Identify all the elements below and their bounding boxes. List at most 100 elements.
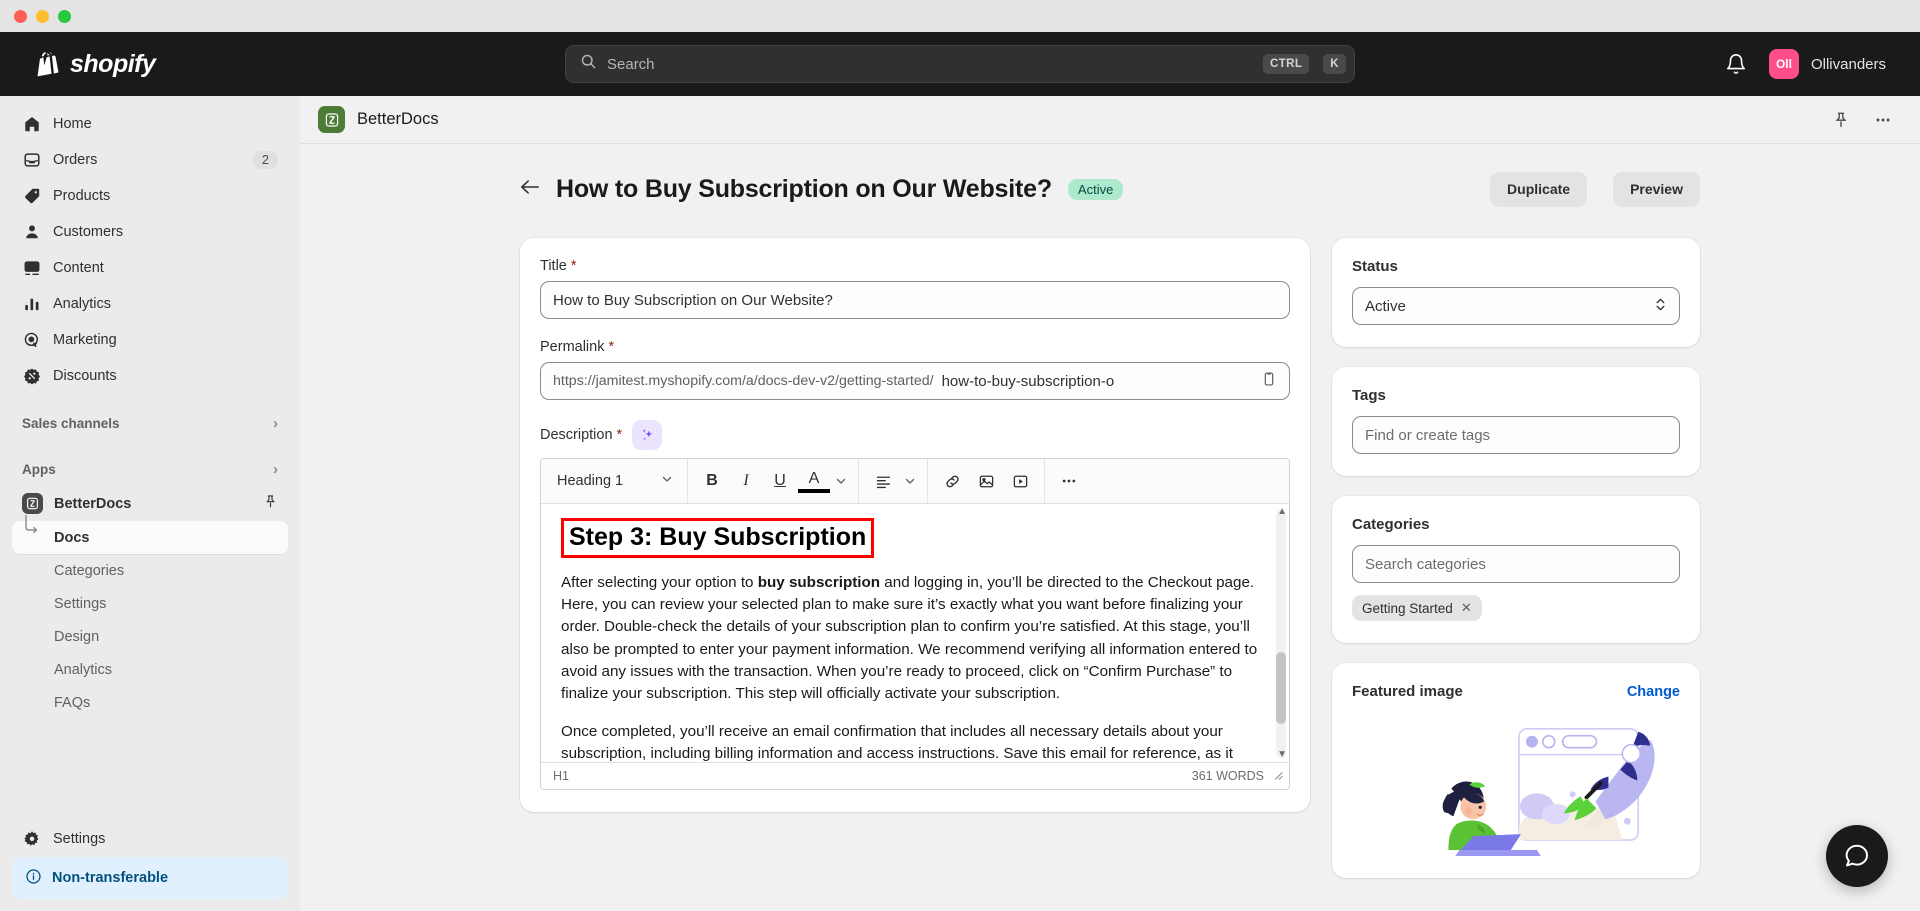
chevron-down-icon[interactable] — [832, 475, 850, 487]
sidebar-item-analytics[interactable]: Analytics — [12, 286, 288, 321]
sidebar-item-categories[interactable]: Categories — [12, 554, 288, 587]
editor-toolbar: Heading 1 B I U A — [541, 459, 1289, 504]
doc-editor-card: Title * How to Buy Subscription on Our W… — [520, 238, 1310, 812]
scroll-down-arrow-icon[interactable]: ▼ — [1277, 749, 1287, 760]
video-icon[interactable] — [1004, 466, 1036, 496]
sidebar-section-apps[interactable]: Apps › — [12, 452, 288, 486]
editor-footer: H1 361 WORDS — [541, 762, 1289, 789]
underline-button[interactable]: U — [764, 466, 796, 496]
search-placeholder: Search — [607, 55, 655, 73]
categories-input-placeholder: Search categories — [1365, 555, 1486, 573]
toolbar-group-insert — [928, 459, 1045, 503]
chat-bubble-icon[interactable] — [1826, 825, 1888, 887]
link-icon[interactable] — [936, 466, 968, 496]
editor-word-count: 361 WORDS — [1191, 769, 1264, 783]
sidebar-item-products[interactable]: Products — [12, 178, 288, 213]
sidebar-item-betterdocs[interactable]: BetterDocs — [12, 486, 288, 521]
bold-button[interactable]: B — [696, 466, 728, 496]
editor-scrollbar-thumb[interactable] — [1276, 652, 1286, 724]
sidebar-item-home[interactable]: Home — [12, 106, 288, 141]
featured-image-header: Featured image Change — [1352, 683, 1680, 700]
scroll-up-arrow-icon[interactable]: ▲ — [1277, 506, 1287, 517]
bell-icon[interactable] — [1725, 53, 1747, 75]
sidebar-item-customers[interactable]: Customers — [12, 214, 288, 249]
permalink-input[interactable]: https://jamitest.myshopify.com/a/docs-de… — [540, 362, 1290, 400]
sidebar-item-settings-app[interactable]: Settings — [12, 587, 288, 620]
required-marker: * — [616, 427, 623, 443]
search-shortcut-key: K — [1323, 54, 1346, 74]
sidebar-item-marketing[interactable]: Marketing — [12, 322, 288, 357]
orders-icon — [22, 150, 42, 170]
page-scroll-area[interactable]: How to Buy Subscription on Our Website? … — [300, 144, 1920, 911]
status-badge: Active — [1067, 178, 1124, 200]
paragraph1-bold: buy subscription — [757, 573, 881, 591]
editor-paragraph-2[interactable]: Once completed, you’ll receive an email … — [561, 721, 1269, 762]
apps-label: Apps — [22, 461, 56, 477]
image-icon[interactable] — [970, 466, 1002, 496]
align-left-icon[interactable] — [867, 466, 899, 496]
title-field-label: Title * — [540, 258, 1290, 274]
sidebar-item-analytics-app[interactable]: Analytics — [12, 653, 288, 686]
sidebar-item-design[interactable]: Design — [12, 620, 288, 653]
arrow-left-icon[interactable] — [520, 178, 540, 200]
sidebar-bottom: Settings Non-transferable — [12, 821, 288, 911]
close-icon[interactable]: ✕ — [1461, 600, 1472, 616]
tags-input[interactable]: Find or create tags — [1352, 416, 1680, 454]
window-maximize-button[interactable] — [58, 9, 71, 23]
chevron-right-icon: › — [273, 414, 278, 432]
window-close-button[interactable] — [14, 9, 27, 23]
shopify-brand-name: shopify — [70, 49, 156, 78]
shopify-brand[interactable]: shopify — [0, 50, 300, 79]
pin-icon[interactable] — [1826, 105, 1856, 135]
marketing-icon — [22, 330, 42, 350]
window-minimize-button[interactable] — [36, 9, 49, 23]
duplicate-button[interactable]: Duplicate — [1490, 172, 1588, 206]
user-menu[interactable]: Oll Ollivanders — [1765, 45, 1896, 83]
sidebar-item-docs[interactable]: Docs — [12, 514, 288, 554]
shopify-logo-icon — [34, 50, 60, 78]
user-name: Ollivanders — [1810, 55, 1886, 73]
editor-paragraph-1[interactable]: After selecting your option to buy subsc… — [561, 572, 1269, 706]
sidebar-item-label: Design — [54, 628, 100, 645]
block-format-select[interactable]: Heading 1 — [549, 466, 679, 496]
description-editor[interactable]: Heading 1 B I U A Step 3: Buy Subscripti… — [540, 458, 1290, 790]
permalink-field-label: Permalink * — [540, 339, 1290, 355]
ai-sparkle-icon[interactable] — [632, 420, 663, 450]
title-label-text: Title — [540, 258, 567, 274]
toolbar-group-align — [859, 459, 928, 503]
resize-handle[interactable] — [1272, 769, 1283, 783]
sidebar-item-faqs[interactable]: FAQs — [12, 686, 288, 719]
editor-heading[interactable]: Step 3: Buy Subscription — [561, 518, 875, 558]
sidebar-item-content[interactable]: Content — [12, 250, 288, 285]
info-icon — [25, 868, 42, 889]
status-select[interactable]: Active — [1352, 287, 1680, 325]
copy-icon[interactable] — [1261, 371, 1277, 391]
editor-content[interactable]: Step 3: Buy Subscription After selecting… — [541, 504, 1289, 762]
categories-search-input[interactable]: Search categories — [1352, 545, 1680, 583]
orders-badge: 2 — [253, 150, 278, 169]
sidebar-item-label: Content — [53, 259, 104, 276]
search-input[interactable]: Search CTRL K — [565, 45, 1355, 83]
more-horizontal-icon[interactable] — [1868, 105, 1898, 135]
non-transferable-notice[interactable]: Non-transferable — [12, 857, 288, 899]
products-icon — [22, 186, 42, 206]
sidebar-item-settings[interactable]: Settings — [12, 821, 288, 856]
status-card-title: Status — [1352, 258, 1398, 275]
text-color-button[interactable]: A — [798, 469, 830, 493]
betterdocs-label: BetterDocs — [54, 495, 132, 512]
main-content: BetterDocs How to Buy Subscription on Ou… — [300, 96, 1920, 911]
title-input[interactable]: How to Buy Subscription on Our Website? — [540, 281, 1290, 319]
more-horizontal-icon[interactable] — [1053, 466, 1085, 496]
chevron-down-icon[interactable] — [901, 475, 919, 487]
search-icon — [580, 53, 597, 75]
sidebar-item-label: Orders — [53, 151, 98, 168]
sidebar-item-orders[interactable]: Orders 2 — [12, 142, 288, 177]
sidebar-section-sales-channels[interactable]: Sales channels › — [12, 406, 288, 440]
featured-image-card: Featured image Change — [1332, 663, 1700, 878]
preview-button[interactable]: Preview — [1613, 172, 1700, 206]
change-featured-image-link[interactable]: Change — [1627, 684, 1680, 700]
sidebar-item-discounts[interactable]: Discounts — [12, 358, 288, 393]
pin-icon[interactable] — [263, 494, 278, 513]
italic-button[interactable]: I — [730, 466, 762, 496]
category-chip[interactable]: Getting Started ✕ — [1352, 595, 1482, 621]
